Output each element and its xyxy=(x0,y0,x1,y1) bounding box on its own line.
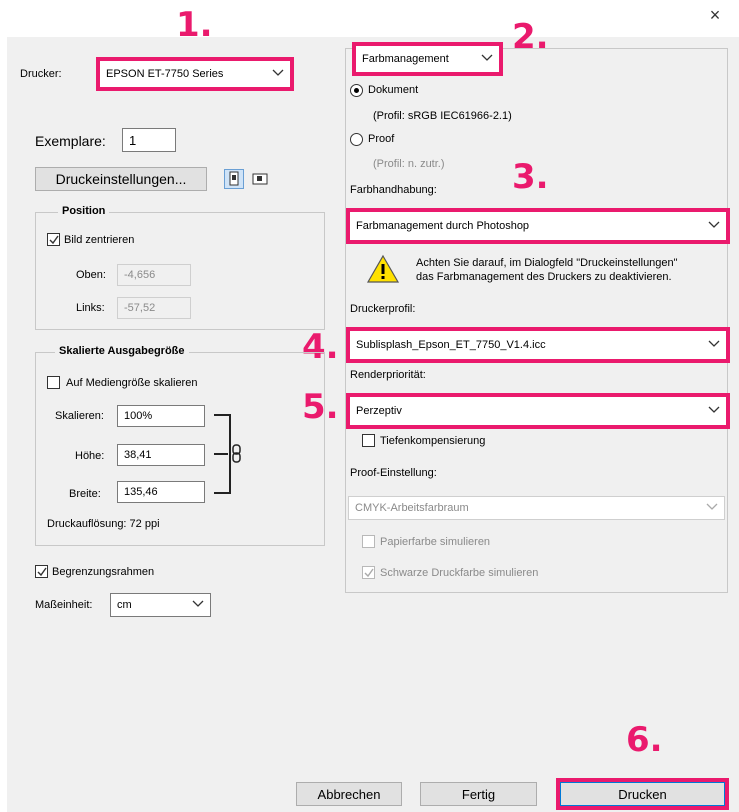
warning-text-2: das Farbmanagement des Druckers zu deakt… xyxy=(416,271,672,283)
fit-media-checkbox[interactable] xyxy=(47,376,60,389)
landscape-orientation-icon[interactable] xyxy=(250,169,270,189)
warning-text-1: Achten Sie darauf, im Dialogfeld "Drucke… xyxy=(416,257,678,269)
print-resolution: Druckauflösung: 72 ppi xyxy=(47,518,160,530)
highlight-print xyxy=(556,778,729,810)
checkmark-icon xyxy=(49,235,59,245)
black-ink-checkbox[interactable] xyxy=(362,566,375,579)
units-select[interactable]: cm xyxy=(110,593,211,617)
chain-link-icon[interactable] xyxy=(231,444,243,464)
highlight-printer xyxy=(96,57,294,91)
center-image-label: Bild zentrieren xyxy=(64,234,135,246)
black-ink-label: Schwarze Druckfarbe simulieren xyxy=(380,567,539,579)
checkmark-icon xyxy=(37,567,47,577)
left-input[interactable]: -57,52 xyxy=(117,297,191,319)
units-label: Maßeinheit: xyxy=(35,599,93,611)
done-button[interactable]: Fertig xyxy=(420,782,537,806)
scale-label: Skalieren: xyxy=(55,410,104,422)
document-profile: (Profil: sRGB IEC61966-2.1) xyxy=(373,110,512,122)
top-input[interactable]: -4,656 xyxy=(117,264,191,286)
width-input[interactable]: 135,46 xyxy=(117,481,205,503)
portrait-orientation-icon[interactable] xyxy=(224,169,244,189)
proof-label: Proof xyxy=(368,133,395,145)
close-icon[interactable]: × xyxy=(706,6,724,24)
proof-setting-label: Proof-Einstellung: xyxy=(350,467,437,479)
print-settings-button[interactable]: Druckeinstellungen... xyxy=(35,167,207,191)
position-title: Position xyxy=(58,205,110,217)
scaled-output-title: Skalierte Ausgabegröße xyxy=(55,345,189,357)
document-radio[interactable] xyxy=(350,84,363,97)
proof-profile: (Profil: n. zutr.) xyxy=(373,158,445,170)
fit-media-label: Auf Mediengröße skalieren xyxy=(66,377,198,389)
depth-comp-label: Tiefenkompensierung xyxy=(380,435,486,447)
center-image-checkbox[interactable] xyxy=(47,233,60,246)
highlight-printer-profile xyxy=(346,327,730,363)
depth-comp-checkbox[interactable] xyxy=(362,434,375,447)
document-label: Dokument xyxy=(368,84,419,96)
proof-setting-select[interactable]: CMYK-Arbeitsfarbraum xyxy=(348,496,725,520)
highlight-mode xyxy=(352,42,503,76)
copies-label: Exemplare: xyxy=(35,133,106,149)
step-1-label: 1. xyxy=(176,5,213,45)
cancel-button[interactable]: Abbrechen xyxy=(296,782,402,806)
checkmark-icon xyxy=(364,568,374,578)
warning-icon xyxy=(366,254,400,284)
chevron-down-icon xyxy=(192,600,204,607)
proof-setting-value: CMYK-Arbeitsfarbraum xyxy=(355,502,469,514)
proof-radio[interactable] xyxy=(350,133,363,146)
bounding-box-checkbox[interactable] xyxy=(35,565,48,578)
color-handling-label: Farbhandhabung: xyxy=(350,184,437,196)
printer-profile-label: Druckerprofil: xyxy=(350,303,416,315)
chevron-down-icon xyxy=(706,503,718,510)
left-label: Links: xyxy=(76,302,105,314)
highlight-render xyxy=(346,393,730,429)
paper-color-checkbox[interactable] xyxy=(362,535,375,548)
scale-input[interactable]: 100% xyxy=(117,405,205,427)
height-input[interactable]: 38,41 xyxy=(117,444,205,466)
printer-label: Drucker: xyxy=(20,68,62,80)
top-label: Oben: xyxy=(76,269,106,281)
highlight-color-handling xyxy=(346,208,730,244)
height-label: Höhe: xyxy=(75,450,105,462)
width-label: Breite: xyxy=(69,488,101,500)
units-select-value: cm xyxy=(117,599,132,611)
paper-color-label: Papierfarbe simulieren xyxy=(380,536,491,548)
step-6-label: 6. xyxy=(626,720,663,760)
bounding-box-label: Begrenzungsrahmen xyxy=(52,566,155,578)
copies-input[interactable]: 1 xyxy=(122,128,176,152)
render-label: Renderpriorität: xyxy=(350,369,426,381)
